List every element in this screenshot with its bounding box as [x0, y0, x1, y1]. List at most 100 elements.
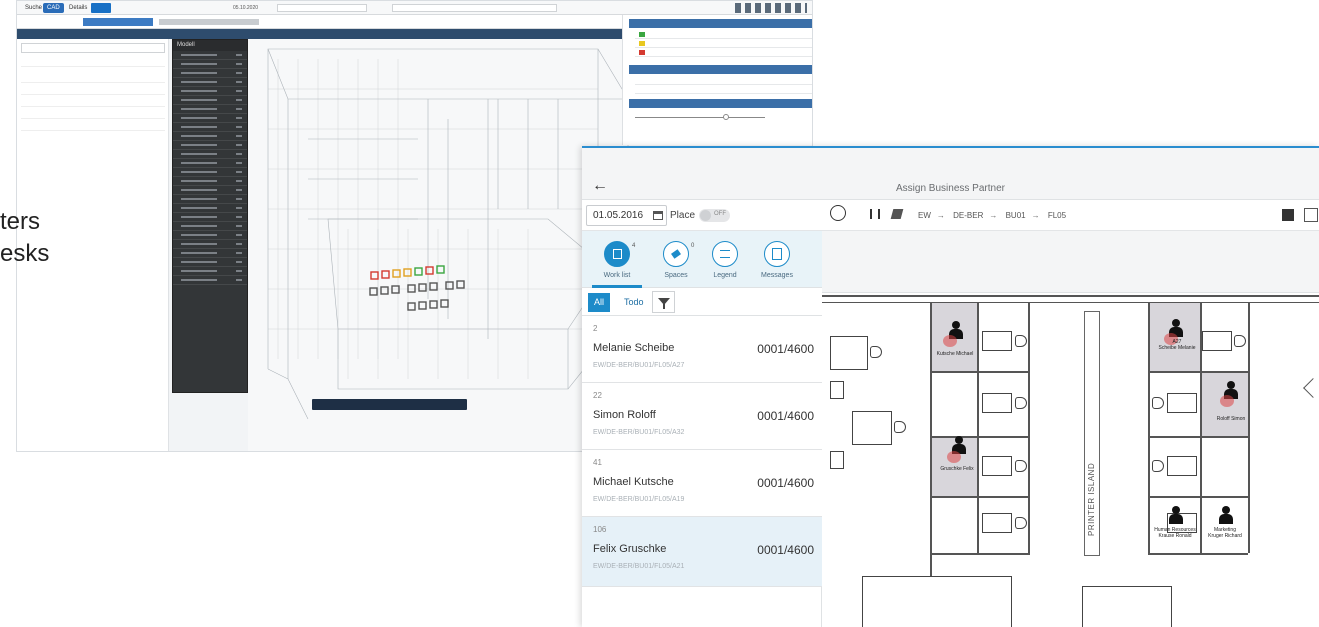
back-active-file-tab[interactable]	[83, 18, 153, 26]
desk[interactable]	[830, 336, 868, 370]
worklist-item[interactable]: 2 Melanie Scheibe 0001/4600 EW/DE-BER/BU…	[582, 316, 822, 383]
person-icon[interactable]	[1217, 506, 1235, 524]
model-tree-item[interactable]	[173, 132, 247, 141]
info-icon[interactable]	[1304, 208, 1318, 222]
model-tree-item[interactable]	[173, 186, 247, 195]
person-icon[interactable]	[1167, 506, 1185, 524]
wall	[1248, 303, 1250, 553]
model-tree-item[interactable]	[173, 96, 247, 105]
wall	[1148, 436, 1248, 438]
spaces-icon[interactable]	[663, 241, 689, 267]
model-tree-item[interactable]	[173, 51, 247, 60]
model-tree-item[interactable]	[173, 150, 247, 159]
model-tree-item[interactable]	[173, 87, 247, 96]
model-tree-item[interactable]	[173, 105, 247, 114]
model-tree-item[interactable]	[173, 249, 247, 258]
model-tree-item[interactable]	[173, 159, 247, 168]
messages-icon[interactable]	[764, 241, 790, 267]
model-tree-item[interactable]	[173, 231, 247, 240]
back-field-row[interactable]	[21, 111, 165, 119]
desk[interactable]	[1202, 331, 1232, 351]
model-tree-item[interactable]	[173, 204, 247, 213]
tab-cad[interactable]: CAD	[43, 3, 64, 13]
worklist-item-selected[interactable]: 106 Felix Gruschke 0001/4600 EW/DE-BER/B…	[582, 517, 822, 587]
model-tree-item[interactable]	[173, 258, 247, 267]
model-panel-title: Modell	[173, 40, 247, 51]
model-tree-item[interactable]	[173, 240, 247, 249]
model-tree-item[interactable]	[173, 213, 247, 222]
model-tree-item[interactable]	[173, 69, 247, 78]
desk[interactable]	[1167, 393, 1197, 413]
date-input[interactable]: 01.05.2016	[586, 205, 667, 226]
globe-icon[interactable]	[830, 205, 846, 221]
model-tree-item[interactable]	[173, 177, 247, 186]
wall	[930, 436, 1030, 438]
back-toolbar-buttons[interactable]	[735, 3, 807, 13]
floor-plan[interactable]: PRINTER ISLAND Kutsche Michael A27 Schei…	[822, 231, 1319, 627]
item-path: EW/DE-BER/BU01/FL05/A27	[593, 362, 685, 369]
chair	[1152, 397, 1164, 409]
model-tree-item[interactable]	[173, 276, 247, 285]
screenshot-stage: Suche CAD Details 05.10.2020 Modell ters…	[0, 0, 1319, 627]
model-tree-item[interactable]	[173, 141, 247, 150]
tab-all[interactable]: All	[588, 293, 610, 312]
sap-logo	[91, 3, 111, 13]
model-tree-item[interactable]	[173, 60, 247, 69]
tab-details[interactable]: Details	[65, 3, 91, 13]
desk[interactable]	[830, 381, 844, 399]
back-file-tab-2[interactable]	[159, 19, 259, 25]
breadcrumb-fl05[interactable]: FL05	[1048, 211, 1066, 220]
back-filter-select[interactable]	[21, 43, 165, 53]
breadcrumb-bu01[interactable]: BU01	[1006, 211, 1026, 220]
worklist-item[interactable]: 22 Simon Roloff 0001/4600 EW/DE-BER/BU01…	[582, 383, 822, 450]
back-field-row[interactable]	[21, 123, 165, 131]
breadcrumb-de-ber[interactable]: DE-BER	[953, 211, 983, 220]
model-tree-item[interactable]	[173, 222, 247, 231]
place-toggle[interactable]: OFF	[699, 209, 730, 222]
model-tree-item[interactable]	[173, 267, 247, 276]
bookmark-icon[interactable]	[870, 209, 880, 219]
model-tree-panel: Modell	[172, 39, 248, 393]
tab-todo[interactable]: Todo	[624, 297, 644, 307]
filter-icon[interactable]	[652, 291, 675, 313]
work-list-icon[interactable]	[604, 241, 630, 267]
desk[interactable]	[830, 451, 844, 469]
model-tree-item[interactable]	[173, 168, 247, 177]
breadcrumb-ew[interactable]: EW	[918, 211, 931, 220]
calendar-icon[interactable]	[653, 211, 663, 220]
worklist-tabs: All Todo	[582, 288, 822, 316]
toggle-knob	[700, 210, 711, 221]
back-search-input[interactable]	[277, 4, 367, 12]
desk[interactable]	[982, 513, 1012, 533]
legend-label[interactable]: Legend	[695, 272, 755, 279]
printer-island-label: PRINTER ISLAND	[1087, 462, 1096, 536]
back-filter-tabs[interactable]	[21, 59, 165, 67]
chevron-left-icon[interactable]	[1303, 378, 1319, 398]
back-field-row[interactable]	[21, 87, 165, 95]
back-field-row[interactable]	[21, 99, 165, 107]
group-header-3[interactable]	[629, 99, 812, 108]
item-code: 0001/4600	[757, 409, 814, 423]
layout-icon[interactable]	[1282, 209, 1294, 221]
desk[interactable]	[982, 456, 1012, 476]
work-list-label[interactable]: Work list	[587, 272, 647, 279]
group-header-2[interactable]	[629, 65, 812, 74]
opacity-slider[interactable]	[635, 114, 765, 120]
back-search-input-2[interactable]	[392, 4, 557, 12]
legend-icon[interactable]	[712, 241, 738, 267]
model-tree-item[interactable]	[173, 123, 247, 132]
desk[interactable]	[852, 411, 892, 445]
model-tree-item[interactable]	[173, 78, 247, 87]
desk[interactable]	[982, 393, 1012, 413]
bottom-structure	[862, 576, 1012, 627]
viewer-toolbar[interactable]	[312, 399, 467, 410]
model-tree-item[interactable]	[173, 195, 247, 204]
back-field-row[interactable]	[21, 75, 165, 83]
wall	[822, 295, 1319, 297]
desk[interactable]	[982, 331, 1012, 351]
model-tree-item[interactable]	[173, 114, 247, 123]
messages-label[interactable]: Messages	[747, 272, 807, 279]
worklist-item[interactable]: 41 Michael Kutsche 0001/4600 EW/DE-BER/B…	[582, 450, 822, 517]
status-group-header[interactable]	[629, 19, 812, 28]
desk[interactable]	[1167, 456, 1197, 476]
